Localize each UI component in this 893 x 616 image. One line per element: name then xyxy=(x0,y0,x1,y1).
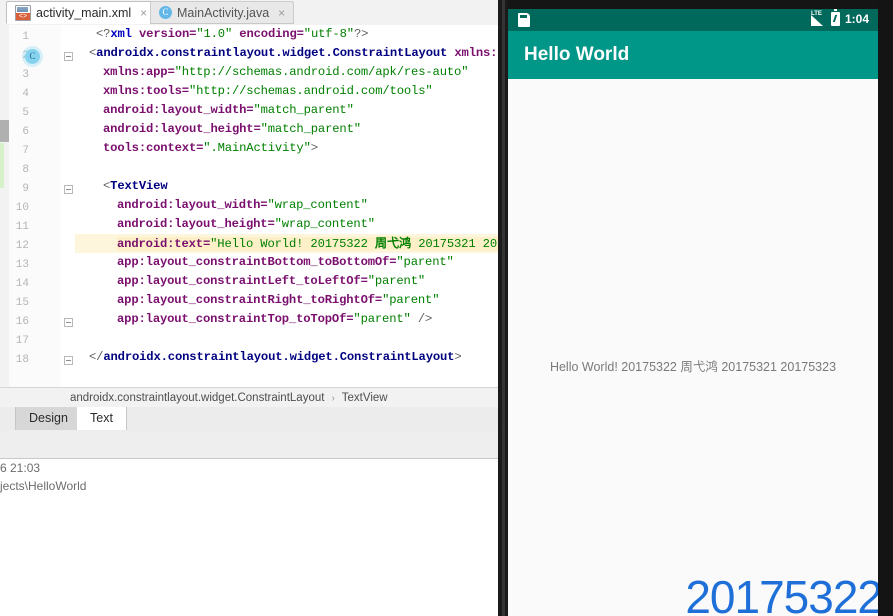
status-bar-notifications xyxy=(518,13,530,27)
line-number: 13 xyxy=(15,259,29,271)
code-line-15: app:layout_constraintRight_toRightOf="pa… xyxy=(117,293,440,307)
line-number: 17 xyxy=(15,335,29,347)
code-line-5: android:layout_width="match_parent" xyxy=(103,103,354,117)
android-studio-editor-panel: activity_main.xml × C MainActivity.java … xyxy=(0,0,498,616)
line-number: 16 xyxy=(15,316,29,328)
log-line-timestamp: 6 21:03 xyxy=(0,461,41,475)
code-line-14: app:layout_constraintLeft_toLeftOf="pare… xyxy=(117,274,426,288)
lower-panel-header[interactable] xyxy=(0,431,498,459)
line-number: 4 xyxy=(22,88,29,100)
editor-tab-bar: activity_main.xml × C MainActivity.java … xyxy=(0,0,498,26)
log-output-area[interactable]: 6 21:03 jects\HelloWorld xyxy=(0,459,498,616)
line-number: 8 xyxy=(22,164,29,176)
code-line-9: <TextView xyxy=(103,179,168,193)
app-bar-title: Hello World xyxy=(524,44,630,65)
code-line-10: android:layout_width="wrap_content" xyxy=(117,198,368,212)
line-number: 14 xyxy=(15,278,29,290)
line-number: 9 xyxy=(22,183,29,195)
status-bar-clock: 1:04 xyxy=(844,12,869,26)
line-number: 6 xyxy=(22,126,29,138)
code-text-area[interactable]: <?xml version="1.0" encoding="utf-8"?> <… xyxy=(75,25,498,387)
code-line-2: <androidx.constraintlayout.widget.Constr… xyxy=(89,46,498,60)
screenshot-root: activity_main.xml × C MainActivity.java … xyxy=(0,0,893,616)
editor-tab-activity-main-xml[interactable]: activity_main.xml × xyxy=(6,1,157,24)
sd-card-icon xyxy=(518,13,530,27)
line-number: 15 xyxy=(15,297,29,309)
xml-file-icon xyxy=(15,4,31,21)
lte-signal-icon: LTE xyxy=(810,11,826,26)
chevron-right-icon: › xyxy=(331,392,335,404)
signal-triangle xyxy=(810,14,823,26)
emulator-screen[interactable]: LTE 1:04 Hello World Hello World! 201753… xyxy=(508,9,878,616)
code-line-16: app:layout_constraintTop_toTopOf="parent… xyxy=(117,312,433,326)
tab-text[interactable]: Text xyxy=(77,407,127,430)
code-line-18: </androidx.constraintlayout.widget.Const… xyxy=(89,350,462,364)
log-line-path: jects\HelloWorld xyxy=(0,479,87,493)
emulator-bezel-top xyxy=(508,0,878,9)
android-status-bar: LTE 1:04 xyxy=(508,9,878,31)
fold-toggle-icon[interactable] xyxy=(64,356,73,365)
breadcrumb-item-root[interactable]: androidx.constraintlayout.widget.Constra… xyxy=(70,392,324,404)
editor-tab-label: MainActivity.java xyxy=(177,5,270,20)
editor-tab-mainactivity-java[interactable]: C MainActivity.java × xyxy=(150,1,295,24)
class-marker-badge[interactable]: C xyxy=(25,49,40,64)
close-icon[interactable]: × xyxy=(140,7,147,19)
editor-tab-label: activity_main.xml xyxy=(36,5,132,20)
line-number: 1 xyxy=(22,31,29,43)
emulator-bezel-right xyxy=(878,0,893,616)
code-line-6: android:layout_height="match_parent" xyxy=(103,122,361,136)
line-number: 3 xyxy=(22,69,29,81)
close-icon[interactable]: × xyxy=(278,7,285,19)
line-number: 11 xyxy=(15,221,29,233)
code-line-11: android:layout_height="wrap_content" xyxy=(117,217,375,231)
breadcrumb[interactable]: androidx.constraintlayout.widget.Constra… xyxy=(0,387,498,409)
emulator-bezel-left xyxy=(498,0,508,616)
fold-toggle-icon[interactable] xyxy=(64,318,73,327)
android-emulator: LTE 1:04 Hello World Hello World! 201753… xyxy=(498,0,893,616)
status-bar-system-icons: LTE 1:04 xyxy=(810,9,869,26)
code-line-4: xmlns:tools="http://schemas.android.com/… xyxy=(103,84,433,98)
scrollbar-thumb[interactable] xyxy=(0,120,9,142)
breadcrumb-item-leaf[interactable]: TextView xyxy=(342,392,388,404)
hello-world-textview: Hello World! 20175322 周弋鸿 20175321 20175… xyxy=(549,360,837,374)
code-line-7: tools:context=".MainActivity"> xyxy=(103,141,318,155)
line-number: 5 xyxy=(22,107,29,119)
java-class-icon: C xyxy=(159,6,172,19)
code-line-13: app:layout_constraintBottom_toBottomOf="… xyxy=(117,255,454,269)
app-content-area[interactable]: Hello World! 20175322 周弋鸿 20175321 20175… xyxy=(508,79,878,616)
fold-toggle-icon[interactable] xyxy=(64,185,73,194)
code-line-1: <?xml version="1.0" encoding="utf-8"?> xyxy=(96,27,369,41)
student-id-overlay: 20175322 xyxy=(685,571,878,616)
battery-icon xyxy=(830,9,840,26)
vcs-change-marker xyxy=(0,143,4,188)
code-editor[interactable]: 1 2 3 4 5 6 7 8 9 10 11 12 13 14 15 16 1… xyxy=(9,25,498,387)
code-line-12: android:text="Hello World! 20175322 周弋鸿 … xyxy=(117,234,498,253)
app-bar: Hello World xyxy=(508,31,878,79)
line-number: 18 xyxy=(15,354,29,366)
line-number: 10 xyxy=(15,202,29,214)
line-number: 7 xyxy=(22,145,29,157)
design-text-tab-bar: Design Text xyxy=(0,407,498,432)
line-number: 12 xyxy=(15,240,29,252)
editor-fold-column[interactable] xyxy=(61,25,75,387)
lower-tool-panel: 6 21:03 jects\HelloWorld xyxy=(0,431,498,616)
fold-toggle-icon[interactable] xyxy=(64,52,73,61)
editor-gutter[interactable]: 1 2 3 4 5 6 7 8 9 10 11 12 13 14 15 16 1… xyxy=(9,25,62,387)
tab-design[interactable]: Design xyxy=(15,407,82,430)
code-line-3: xmlns:app="http://schemas.android.com/ap… xyxy=(103,65,469,79)
